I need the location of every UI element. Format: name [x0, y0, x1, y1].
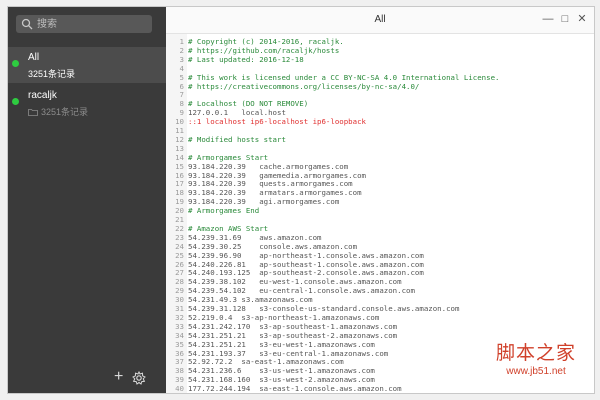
line-text: # Localhost (DO NOT REMOVE): [188, 99, 309, 109]
line-text: # Armorgames End: [188, 206, 260, 216]
search-box[interactable]: [16, 15, 152, 33]
status-dot: [12, 98, 19, 105]
line-text: 54.231.251.21 s3-ap-southeast-2.amazonaw…: [188, 330, 398, 340]
folder-icon: [28, 108, 38, 116]
search-icon: [21, 18, 33, 30]
window-title: All: [374, 14, 386, 25]
line-text: # This work is licensed under a CC BY-NC…: [188, 72, 500, 82]
line-text: 54.240.226.81 ap-southeast-1.console.aws…: [188, 259, 424, 269]
host-record-count: 3251条记录: [41, 107, 89, 117]
host-record-count: 3251条记录: [28, 69, 76, 79]
line-text: # https://github.com/racaljk/hosts: [188, 45, 340, 55]
host-item-all[interactable]: All 3251条记录: [8, 47, 166, 83]
host-title: racaljk: [28, 90, 57, 101]
line-text: # Amazon AWS Start: [188, 223, 269, 233]
code-line[interactable]: 20 # Armorgames End: [166, 206, 594, 216]
line-text: # Modified hosts start: [188, 134, 286, 144]
line-text: # https://creativecommons.org/licenses/b…: [188, 81, 420, 91]
line-text: 177.72.244.194 sa-east-1.console.aws.ama…: [188, 384, 402, 393]
line-text: 54.239.38.102 eu-west-1.console.aws.amaz…: [188, 277, 402, 287]
line-text: 54.231.168.160 s3-us-west-2.amazonaws.co…: [188, 375, 375, 385]
search-input[interactable]: [37, 16, 147, 32]
sidebar: All 3251条记录 racaljk 3251条记录 +: [8, 7, 166, 393]
code-line[interactable]: 10::1 localhost ip6-localhost ip6-loopba…: [166, 117, 594, 127]
close-button[interactable]: ✕: [576, 13, 588, 25]
line-text: 52.92.72.2 sa-east-1.amazonaws.com: [188, 357, 344, 367]
line-text: 52.219.0.4 s3-ap-northeast-1.amazonaws.c…: [188, 312, 380, 322]
code-line[interactable]: 40 177.72.244.194 sa-east-1.console.aws.a…: [166, 384, 594, 393]
status-dot: [12, 60, 19, 67]
code-line[interactable]: 6 # https://creativecommons.org/licenses/…: [166, 81, 594, 92]
line-text: 54.231.251.21 s3-eu-west-1.amazonaws.com: [188, 339, 375, 349]
line-text: 54.239.31.69 aws.amazon.com: [188, 232, 322, 242]
line-text: 54.239.31.128 s3-console-us-standard.con…: [188, 304, 460, 313]
line-text: 93.184.220.39 gamemedia.armorgames.com: [188, 170, 366, 180]
code-line[interactable]: 12 # Modified hosts start: [166, 134, 594, 145]
line-text: 93.184.220.39 quests.armorgames.com: [188, 179, 353, 189]
line-text: # Copyright (c) 2014-2016, racaljk.: [188, 37, 344, 46]
watermark-url: www.jb51.net: [506, 366, 566, 377]
add-host-button[interactable]: +: [114, 369, 123, 385]
line-text: 54.231.193.37 s3-eu-central-1.amazonaws.…: [188, 348, 389, 358]
app-window: All 3251条记录 racaljk 3251条记录 + All — □ ✕: [7, 6, 595, 394]
line-text: 54.231.49.3 s3.amazonaws.com: [188, 295, 313, 305]
code-line[interactable]: 3 # Last updated: 2016-12-18: [166, 54, 594, 65]
line-text: 93.184.220.39 agi.armorgames.com: [188, 197, 340, 207]
line-text: 54.239.30.25 console.aws.amazon.com: [188, 241, 358, 251]
line-text: 54.239.54.102 eu-central-1.console.aws.a…: [188, 286, 415, 296]
gear-icon[interactable]: [132, 371, 146, 385]
line-text: 54.231.242.170 s3-ap-southeast-1.amazona…: [188, 321, 398, 331]
line-text: 54.239.96.90 ap-northeast-1.console.aws.…: [188, 250, 424, 260]
line-text: 93.184.220.39 armatars.armorgames.com: [188, 188, 362, 198]
line-text: 127.0.0.1 local.host: [188, 108, 286, 118]
maximize-button[interactable]: □: [559, 13, 571, 25]
line-text: ::1 localhost ip6-localhost ip6-loopback: [188, 117, 366, 127]
line-number: 40: [175, 384, 184, 393]
main-panel: All — □ ✕ 1 # Copyright (c) 2014-2016, ra…: [166, 7, 594, 393]
line-text: # Last updated: 2016-12-18: [188, 54, 304, 64]
minimize-button[interactable]: —: [542, 13, 554, 25]
host-record-count-row: 3251条记录: [28, 105, 88, 118]
titlebar: All — □ ✕: [166, 7, 594, 34]
line-text: 54.240.193.125 ap-southeast-2.console.aw…: [188, 268, 424, 278]
host-title: All: [28, 52, 40, 63]
watermark: 脚本之家 www.jb51.net: [496, 338, 576, 377]
host-item-racaljk[interactable]: racaljk 3251条记录: [8, 85, 166, 121]
line-text: 54.231.236.6 s3-us-west-1.amazonaws.com: [188, 366, 375, 376]
line-text: # Armorgames Start: [188, 152, 269, 162]
watermark-brand: 脚本之家: [495, 342, 576, 364]
line-text: 93.184.220.39 cache.armorgames.com: [188, 161, 349, 171]
